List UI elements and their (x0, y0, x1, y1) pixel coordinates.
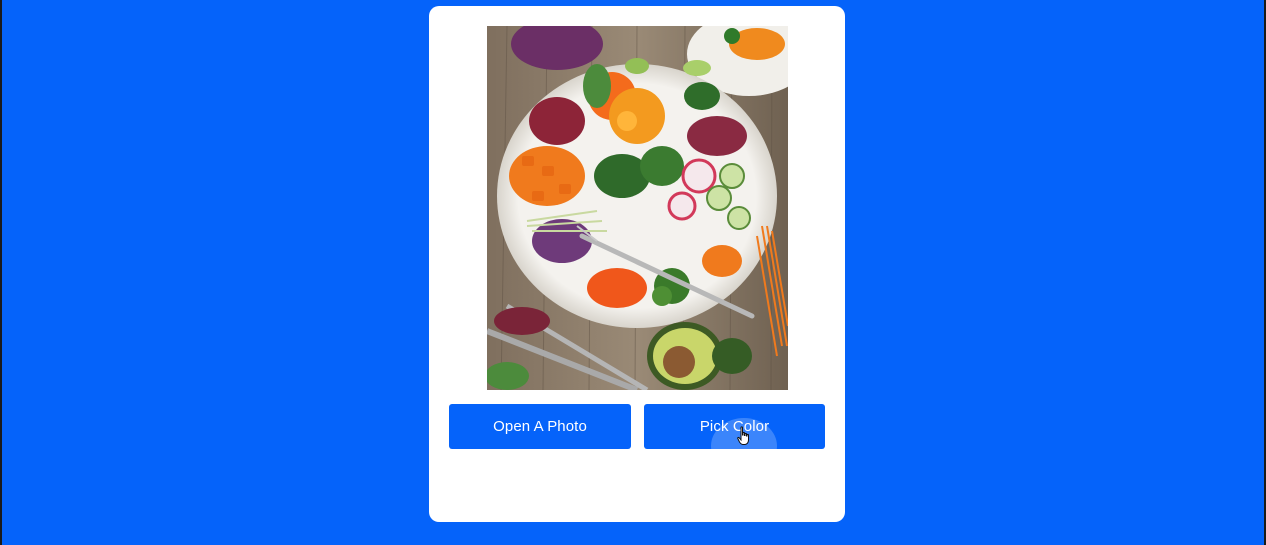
color-picker-card: Open A Photo Pick Color (429, 6, 845, 522)
open-photo-button[interactable]: Open A Photo (449, 404, 631, 449)
preview-photo (487, 26, 788, 390)
pick-color-button[interactable]: Pick Color (644, 404, 825, 449)
app-background: Open A Photo Pick Color (2, 0, 1264, 545)
